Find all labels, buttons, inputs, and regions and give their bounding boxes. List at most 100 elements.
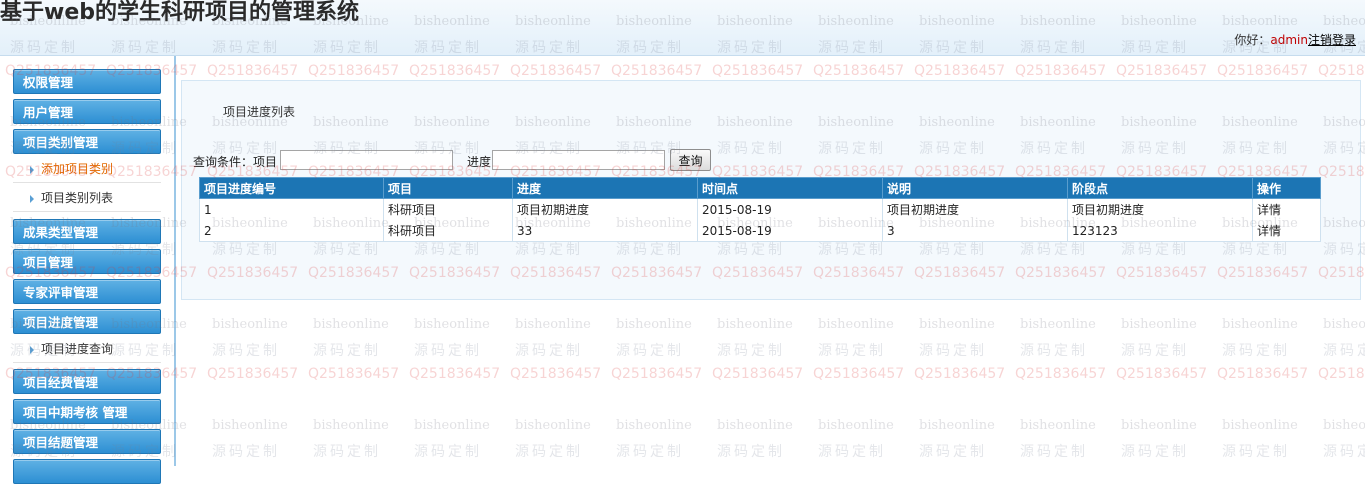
watermark-text: bisheonline	[1020, 317, 1096, 332]
watermark-text: bisheonline	[717, 317, 793, 332]
watermark-text: 源码定制	[717, 444, 785, 460]
cell-milestone: 项目初期进度	[1067, 198, 1253, 220]
watermark-text: Q251836457	[207, 63, 299, 79]
watermark-text: 源码定制	[1020, 343, 1088, 359]
col-milestone: 阶段点	[1067, 177, 1253, 199]
watermark-text: Q251836457	[1318, 63, 1365, 79]
watermark-text: Q251836457	[1217, 366, 1309, 382]
sidebar-item-label: 项目类别列表	[41, 191, 114, 205]
sidebar-item-add-category[interactable]: 添加项目类别	[13, 155, 161, 183]
watermark-text: bisheonline	[1323, 418, 1365, 433]
watermark-text: bisheonline	[414, 317, 490, 332]
watermark-text: 源码定制	[414, 444, 482, 460]
watermark-text: Q251836457	[611, 63, 703, 79]
watermark-text: bisheonline	[313, 418, 389, 433]
watermark-text: 源码定制	[313, 444, 381, 460]
watermark-text: 源码定制	[1222, 343, 1290, 359]
menu-project-progress[interactable]: 项目进度管理	[13, 309, 161, 334]
watermark-text: bisheonline	[515, 317, 591, 332]
cell-progress: 项目初期进度	[512, 198, 698, 220]
watermark-text: Q251836457	[813, 366, 905, 382]
cell-description: 项目初期进度	[882, 198, 1068, 220]
watermark-text: Q251836457	[409, 63, 501, 79]
watermark-text: Q251836457	[1116, 366, 1208, 382]
watermark-text: 源码定制	[313, 343, 381, 359]
logout-link[interactable]: 注销登录	[1308, 33, 1356, 47]
col-progress-id: 项目进度编号	[199, 177, 384, 199]
cell-time: 2015-08-19	[697, 220, 883, 242]
watermark-text: Q251836457	[1318, 366, 1365, 382]
arrow-right-icon	[30, 165, 34, 174]
cell-project: 科研项目	[383, 198, 513, 220]
watermark-text: 源码定制	[1121, 444, 1189, 460]
watermark-text: Q251836457	[207, 366, 299, 382]
sidebar: 权限管理 用户管理 项目类别管理 添加项目类别 项目类别列表 成果类型管理 项目…	[0, 56, 176, 484]
watermark-text: Q251836457	[914, 63, 1006, 79]
menu-project[interactable]: 项目管理	[13, 249, 161, 274]
progress-label: 进度	[467, 155, 492, 169]
sidebar-item-label: 项目进度查询	[41, 342, 114, 356]
watermark-text: Q251836457	[308, 366, 400, 382]
col-action: 操作	[1252, 177, 1321, 199]
menu-midterm-review[interactable]: 项目中期考核 管理	[13, 399, 161, 424]
watermark-text: 源码定制	[212, 343, 280, 359]
watermark-text: 源码定制	[414, 343, 482, 359]
menu-project-funds[interactable]: 项目经费管理	[13, 369, 161, 394]
menu-project-category[interactable]: 项目类别管理	[13, 129, 161, 154]
watermark-text: 源码定制	[1323, 444, 1365, 460]
watermark-text: 源码定制	[616, 444, 684, 460]
menu-expert-review[interactable]: 专家评审管理	[13, 279, 161, 304]
menu-user[interactable]: 用户管理	[13, 99, 161, 124]
watermark-text: 源码定制	[1323, 343, 1365, 359]
project-search-input[interactable]	[280, 150, 453, 170]
watermark-text: bisheonline	[212, 418, 288, 433]
progress-search-input[interactable]	[492, 150, 665, 170]
cell-milestone: 123123	[1067, 220, 1253, 242]
watermark-text: bisheonline	[616, 317, 692, 332]
cell-id: 1	[199, 198, 384, 220]
watermark-text: bisheonline	[1121, 317, 1197, 332]
watermark-text: bisheonline	[414, 418, 490, 433]
watermark-text: bisheonline	[515, 418, 591, 433]
menu-result-type[interactable]: 成果类型管理	[13, 219, 161, 244]
watermark-text: bisheonline	[1222, 418, 1298, 433]
watermark-text: bisheonline	[818, 418, 894, 433]
header: 基于web的学生科研项目的管理系统 你好：admin注销登录	[0, 0, 1365, 56]
cell-project: 科研项目	[383, 220, 513, 242]
arrow-right-icon	[30, 345, 34, 354]
query-button[interactable]: 查询	[670, 149, 711, 171]
table-header-row: 项目进度编号 项目 进度 时间点 说明 阶段点 操作	[199, 177, 1321, 199]
menu-project-closure[interactable]: 项目结题管理	[13, 429, 161, 454]
welcome-bar: 你好：admin注销登录	[1234, 31, 1356, 48]
watermark-text: bisheonline	[616, 418, 692, 433]
watermark-text: Q251836457	[712, 63, 804, 79]
sidebar-item-progress-query[interactable]: 项目进度查询	[13, 335, 161, 363]
watermark-text: Q251836457	[1217, 63, 1309, 79]
watermark-text: Q251836457	[611, 366, 703, 382]
main-panel: 项目进度列表 查询条件：项目 进度 查询 项目进度编号 项目 进度 时间点 说明…	[181, 80, 1361, 300]
watermark-text: bisheonline	[1020, 418, 1096, 433]
watermark-text: Q251836457	[1116, 63, 1208, 79]
details-link[interactable]: 详情	[1252, 220, 1321, 242]
watermark-text: 源码定制	[212, 444, 280, 460]
watermark-text: Q251836457	[914, 366, 1006, 382]
watermark-text: 源码定制	[818, 444, 886, 460]
table-row: 2 科研项目 33 2015-08-19 3 123123 详情	[199, 220, 1321, 242]
menu-permission[interactable]: 权限管理	[13, 69, 161, 94]
watermark-text: 源码定制	[515, 343, 583, 359]
details-link[interactable]: 详情	[1252, 198, 1321, 220]
greeting: 你好：	[1234, 33, 1271, 47]
col-time-point: 时间点	[697, 177, 883, 199]
cell-id: 2	[199, 220, 384, 242]
cell-time: 2015-08-19	[697, 198, 883, 220]
arrow-right-icon	[30, 194, 34, 203]
watermark-text: 源码定制	[717, 343, 785, 359]
list-title: 项目进度列表	[223, 105, 296, 119]
watermark-text: bisheonline	[212, 317, 288, 332]
sidebar-item-category-list[interactable]: 项目类别列表	[13, 184, 161, 212]
watermark-text: bisheonline	[1222, 317, 1298, 332]
menu-more[interactable]	[13, 459, 161, 484]
watermark-text: bisheonline	[818, 317, 894, 332]
col-progress: 进度	[512, 177, 698, 199]
table-row: 1 科研项目 项目初期进度 2015-08-19 项目初期进度 项目初期进度 详…	[199, 198, 1321, 220]
